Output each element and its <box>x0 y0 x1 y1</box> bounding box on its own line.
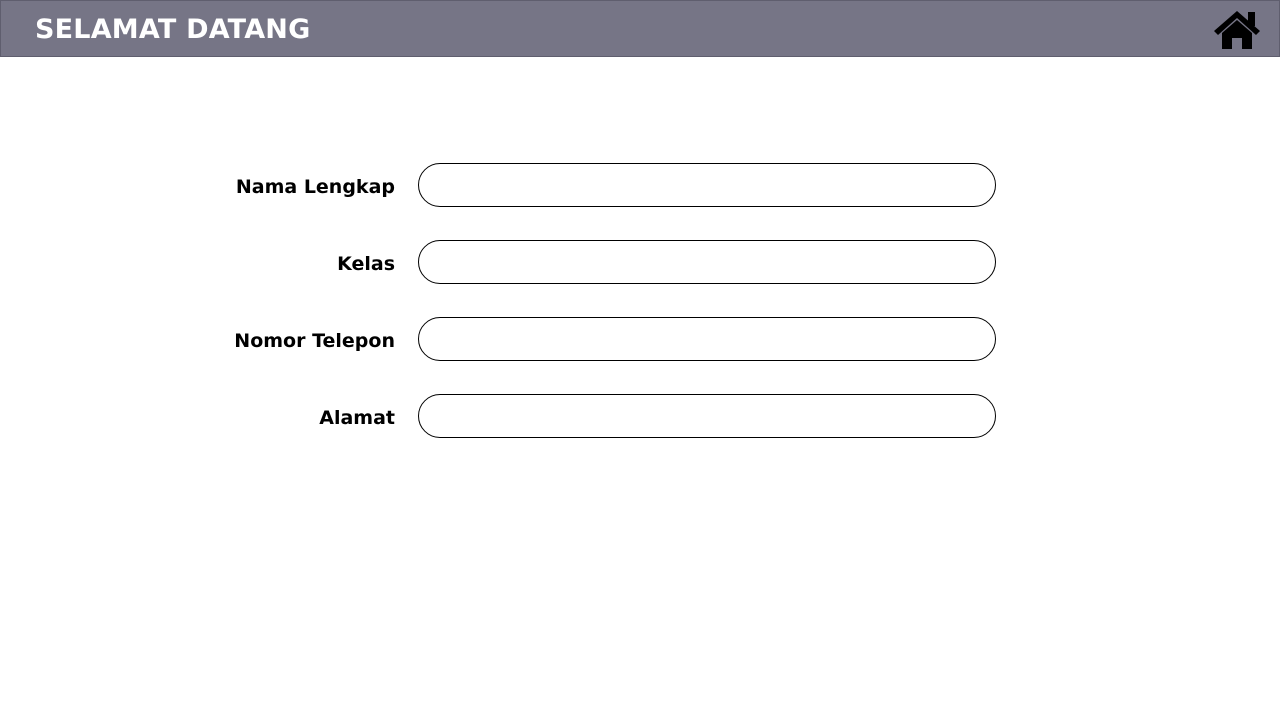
registration-form: Nama Lengkap Kelas Nomor Telepon Alamat <box>0 163 1280 471</box>
nomor-telepon-label: Nomor Telepon <box>234 330 395 352</box>
nama-lengkap-input[interactable] <box>418 163 996 207</box>
home-icon <box>1214 11 1260 49</box>
alamat-label: Alamat <box>319 407 395 429</box>
form-row-kelas: Kelas <box>0 240 1280 317</box>
alamat-input[interactable] <box>418 394 996 438</box>
kelas-label: Kelas <box>337 253 395 275</box>
header-bar: SELAMAT DATANG <box>0 0 1280 57</box>
form-row-nomor-telepon: Nomor Telepon <box>0 317 1280 394</box>
page-title: SELAMAT DATANG <box>35 14 311 45</box>
nomor-telepon-input[interactable] <box>418 317 996 361</box>
nama-lengkap-label: Nama Lengkap <box>235 176 395 198</box>
kelas-input[interactable] <box>418 240 996 284</box>
form-row-nama-lengkap: Nama Lengkap <box>0 163 1280 240</box>
form-row-alamat: Alamat <box>0 394 1280 471</box>
home-button[interactable] <box>1212 9 1262 51</box>
